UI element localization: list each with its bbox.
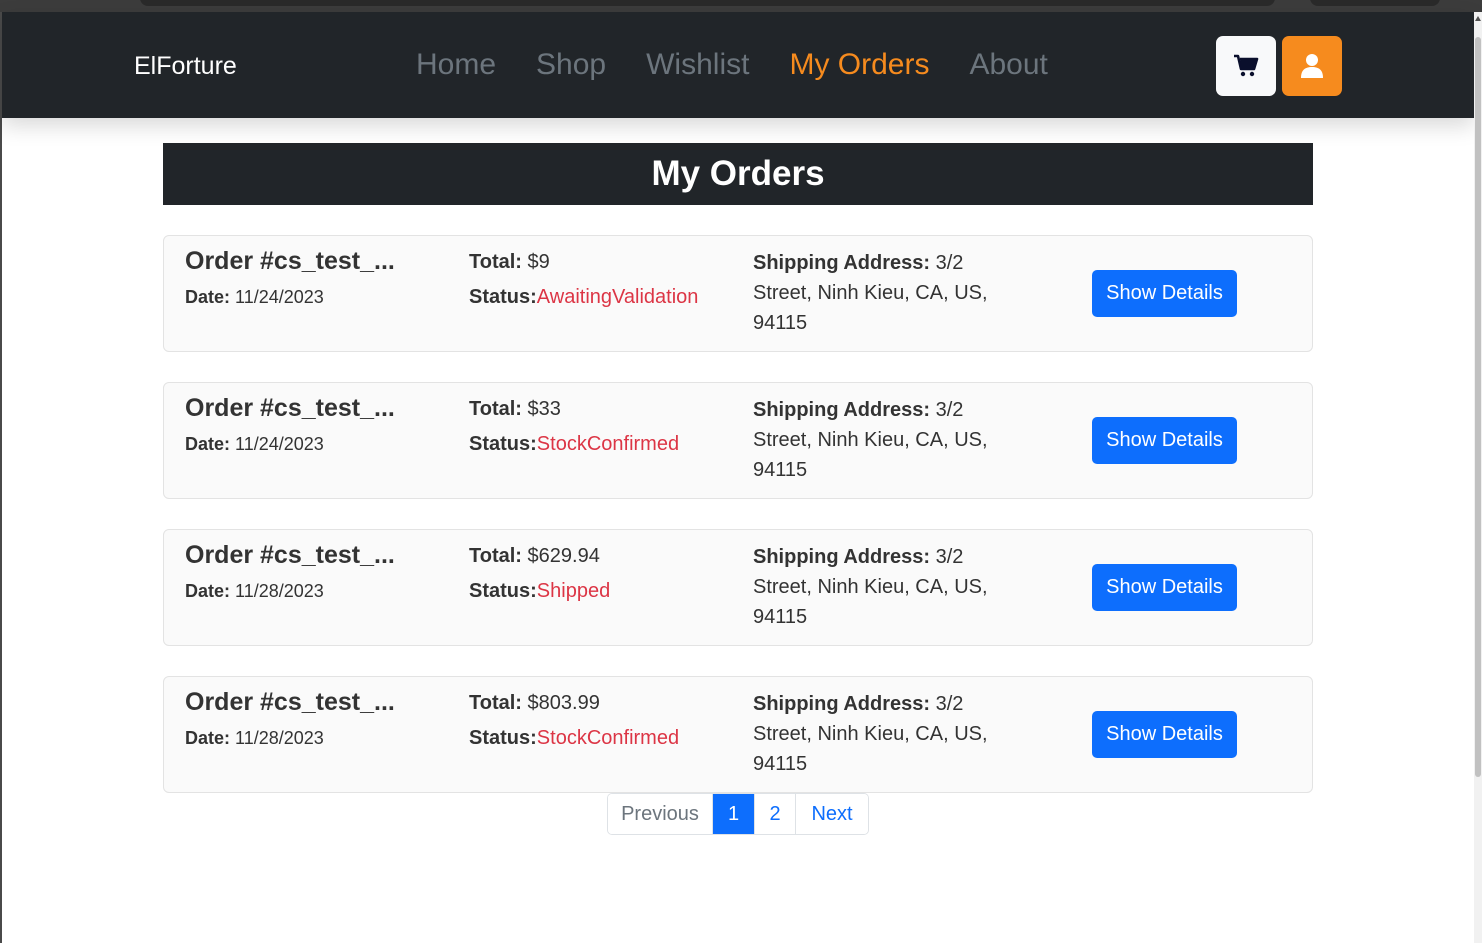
scroll-up-icon[interactable] [1475,16,1481,21]
shipping-address: Shipping Address: 3/2 Street, Ninh Kieu,… [753,399,988,481]
user-button[interactable] [1282,36,1342,96]
scrollbar-thumb[interactable] [1475,37,1481,777]
order-total: Total: $803.99 [469,692,600,714]
scrollbar[interactable] [1474,12,1482,943]
order-date: Date: 11/28/2023 [185,581,324,601]
order-card: Order #cs_test_... Date: 11/24/2023 Tota… [163,382,1313,499]
order-id: Order #cs_test_... [185,541,395,569]
nav-links: Home Shop Wishlist My Orders About [416,48,1088,82]
show-details-button[interactable]: Show Details [1092,270,1237,317]
nav-about[interactable]: About [969,48,1047,82]
order-total: Total: $9 [469,251,550,273]
nav-wishlist[interactable]: Wishlist [646,48,749,82]
brand-logo[interactable]: ElForture [134,52,237,81]
show-details-button[interactable]: Show Details [1092,417,1237,464]
status-badge: StockConfirmed [536,727,680,749]
browser-chrome [0,0,1482,12]
status-badge: Shipped [536,580,611,602]
order-total: Total: $33 [469,398,561,420]
cart-icon [1234,54,1259,77]
order-id: Order #cs_test_... [185,688,395,716]
order-card: Order #cs_test_... Date: 11/28/2023 Tota… [163,676,1313,793]
order-status: Status:Shipped [469,580,611,602]
order-card: Order #cs_test_... Date: 11/24/2023 Tota… [163,235,1313,352]
order-status: Status:StockConfirmed [469,727,680,749]
navbar: ElForture Home Shop Wishlist My Orders A… [2,12,1474,118]
order-id: Order #cs_test_... [185,394,395,422]
window-edge [0,12,2,943]
pagination-page-2[interactable]: 2 [755,794,796,834]
order-status: Status:StockConfirmed [469,433,680,455]
shipping-address: Shipping Address: 3/2 Street, Ninh Kieu,… [753,546,988,628]
pagination-next[interactable]: Next [796,794,868,834]
nav-home[interactable]: Home [416,48,496,82]
pagination-page-1[interactable]: 1 [713,794,755,834]
order-status: Status:AwaitingValidation [469,286,699,308]
shipping-address: Shipping Address: 3/2 Street, Ninh Kieu,… [753,693,988,775]
status-badge: AwaitingValidation [536,286,699,308]
show-details-button[interactable]: Show Details [1092,711,1237,758]
order-date: Date: 11/28/2023 [185,728,324,748]
user-icon [1301,54,1323,78]
cart-button[interactable] [1216,36,1276,96]
pagination: Previous 1 2 Next [607,793,869,835]
shipping-address: Shipping Address: 3/2 Street, Ninh Kieu,… [753,252,988,334]
show-details-button[interactable]: Show Details [1092,564,1237,611]
order-date: Date: 11/24/2023 [185,434,324,454]
pagination-previous[interactable]: Previous [608,794,713,834]
order-id: Order #cs_test_... [185,247,395,275]
address-bar[interactable] [140,0,1275,6]
order-total: Total: $629.94 [469,545,600,567]
page-title: My Orders [163,143,1313,205]
nav-shop[interactable]: Shop [536,48,606,82]
browser-control[interactable] [1310,0,1440,6]
order-date: Date: 11/24/2023 [185,287,324,307]
nav-my-orders[interactable]: My Orders [789,48,929,82]
order-card: Order #cs_test_... Date: 11/28/2023 Tota… [163,529,1313,646]
status-badge: StockConfirmed [536,433,680,455]
